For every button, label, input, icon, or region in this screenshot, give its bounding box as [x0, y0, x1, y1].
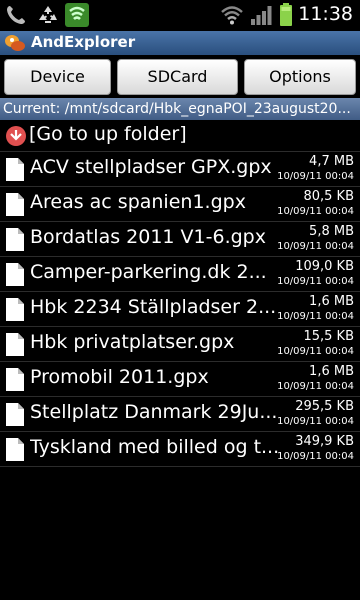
file-date: 10/09/11 00:04 [277, 276, 354, 287]
file-name: Tyskland med billed og t... [30, 436, 280, 458]
sdcard-button[interactable]: SDCard [117, 59, 238, 95]
file-date: 10/09/11 00:04 [277, 241, 354, 252]
file-size: 349,9 KB [295, 434, 354, 449]
file-list: [Go to up folder] ACV stellpladser GPX.g… [0, 120, 360, 467]
file-name: Bordatlas 2011 V1-6.gpx [30, 226, 266, 248]
file-name: Promobil 2011.gpx [30, 366, 209, 388]
file-name: Camper-parkering.dk 2... [30, 261, 267, 283]
clock: 11:38 [298, 3, 353, 25]
file-size: 80,5 KB [303, 189, 354, 204]
file-item[interactable]: Bordatlas 2011 V1-6.gpx 5,8 MB 10/09/11 00… [0, 222, 360, 257]
wifi-icon [221, 6, 243, 25]
file-size: 295,5 KB [295, 399, 354, 414]
file-icon [6, 403, 24, 426]
file-name: Hbk privatplatser.gpx [30, 331, 235, 353]
file-icon [6, 228, 24, 251]
file-icon [6, 158, 24, 181]
current-path: Current: /mnt/sdcard/Hbk_egnaPOI_23augus… [0, 98, 360, 120]
file-item[interactable]: Stellplatz Danmark 29Ju... 295,5 KB 10/09/… [0, 397, 360, 432]
up-folder-icon [6, 126, 26, 146]
file-item[interactable]: Camper-parkering.dk 2... 109,0 KB 10/09/11… [0, 257, 360, 292]
file-icon [6, 368, 24, 391]
shield-icon [65, 3, 89, 27]
recycle-icon [39, 6, 57, 23]
app-title-bar: AndExplorer [0, 31, 360, 55]
battery-icon [280, 3, 292, 26]
file-date: 10/09/11 00:04 [277, 451, 354, 462]
file-item[interactable]: Hbk 2234 Ställpladser 2... 1,6 MB 10/09/11… [0, 292, 360, 327]
file-item[interactable]: ACV stellpladser GPX.gpx 4,7 MB 10/09/11 0… [0, 152, 360, 187]
file-icon [6, 298, 24, 321]
file-size: 1,6 MB [309, 294, 354, 309]
file-size: 1,6 MB [309, 364, 354, 379]
file-date: 10/09/11 00:04 [277, 171, 354, 182]
file-size: 109,0 KB [295, 259, 354, 274]
toolbar: Device SDCard Options [0, 55, 360, 97]
file-icon [6, 193, 24, 216]
file-name: Areas ac spanien1.gpx [30, 191, 246, 213]
file-icon [6, 263, 24, 286]
file-date: 10/09/11 00:04 [277, 416, 354, 427]
signal-icon [251, 6, 272, 25]
file-item[interactable]: Areas ac spanien1.gpx 80,5 KB 10/09/11 00:… [0, 187, 360, 222]
file-date: 10/09/11 00:04 [277, 346, 354, 357]
file-name: ACV stellpladser GPX.gpx [30, 156, 272, 178]
device-button[interactable]: Device [4, 59, 111, 95]
file-item[interactable]: Hbk privatplatser.gpx 15,5 KB 10/09/11 00:… [0, 327, 360, 362]
file-date: 10/09/11 00:04 [277, 381, 354, 392]
options-button[interactable]: Options [244, 59, 356, 95]
file-item[interactable]: Tyskland med billed og t... 349,9 KB 10/09… [0, 432, 360, 467]
file-date: 10/09/11 00:04 [277, 311, 354, 322]
file-name: Hbk 2234 Ställpladser 2... [30, 296, 277, 318]
file-icon [6, 333, 24, 356]
up-folder-label: [Go to up folder] [29, 123, 187, 145]
viber-icon [7, 6, 25, 24]
file-name: Stellplatz Danmark 29Ju... [30, 401, 278, 423]
file-size: 15,5 KB [303, 329, 354, 344]
app-logo-icon [5, 35, 25, 51]
status-bar: 11:38 [0, 0, 360, 31]
file-item[interactable]: Promobil 2011.gpx 1,6 MB 10/09/11 00:04 [0, 362, 360, 397]
file-size: 5,8 MB [309, 224, 354, 239]
app-title: AndExplorer [31, 33, 136, 51]
up-folder-item[interactable]: [Go to up folder] [0, 120, 360, 152]
file-size: 4,7 MB [309, 154, 354, 169]
file-icon [6, 438, 24, 461]
file-date: 10/09/11 00:04 [277, 206, 354, 217]
